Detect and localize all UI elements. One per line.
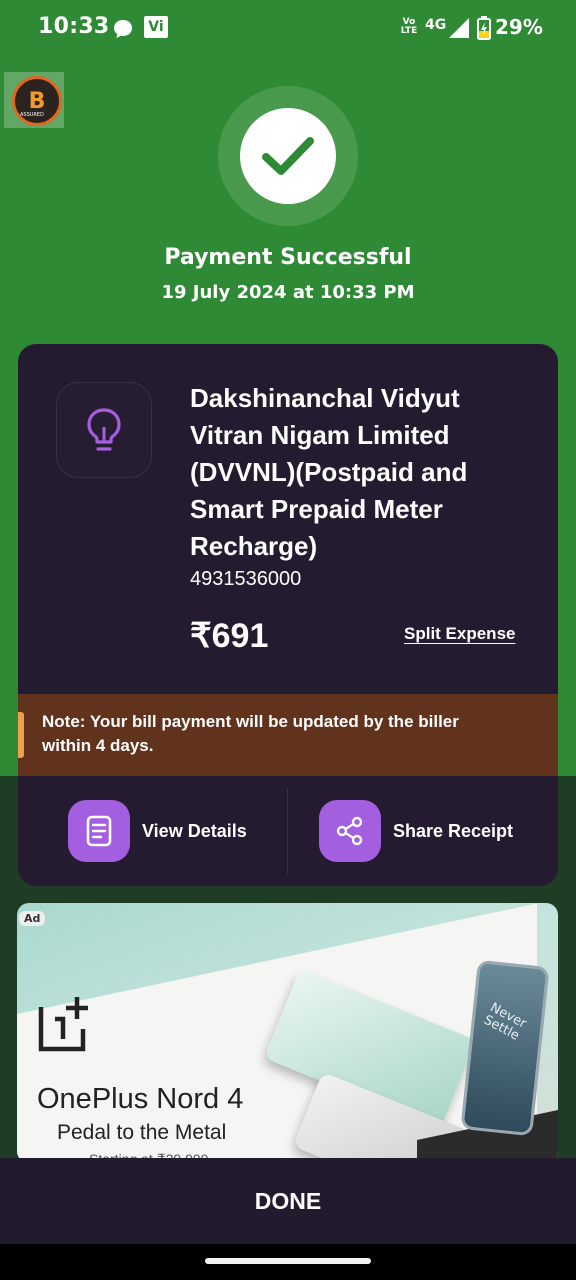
brand-logo-icon: B [12,76,62,126]
status-time: 10:33 [38,14,110,39]
carrier-label: Vi [148,19,164,35]
done-label[interactable]: DONE [255,1188,321,1215]
action-divider [287,788,288,874]
document-icon[interactable] [68,800,130,862]
payment-status: Payment Successful [164,245,412,270]
consumer-id: 4931536000 [190,568,302,590]
status-bar: 10:33 Vi Vo LTE 4G 29% [0,0,576,58]
ad-banner[interactable]: Never Settle Ad OnePlus Nord 4 Pedal to … [17,903,558,1163]
split-expense-link[interactable]: Split Expense [404,624,515,644]
navigation-bar [0,1244,576,1280]
battery-percent: 29% [495,15,543,39]
view-details-label[interactable]: View Details [142,821,247,842]
done-button[interactable]: DONE [0,1158,576,1244]
brand-caption: ASSURED [20,112,44,118]
ad-title: OnePlus Nord 4 [37,1083,244,1115]
vi-icon: Vi [144,16,168,38]
note-banner: Note: Your bill payment will be updated … [18,694,558,776]
note-accent [18,712,24,758]
lightbulb-icon [87,408,121,451]
biller-name: Dakshinanchal Vidyut Vitran Nigam Limite… [190,383,468,561]
payment-card: Dakshinanchal Vidyut Vitran Nigam Limite… [18,344,558,886]
biller-icon-box [56,382,152,478]
network-type: 4G [425,17,447,33]
share-receipt-action[interactable]: Share Receipt [319,800,513,862]
view-details-action[interactable]: View Details [68,800,247,862]
brand-badge[interactable]: B ASSURED [4,72,64,128]
brand-letter: B [28,88,46,114]
volte-indicator: Vo LTE [400,17,418,36]
ad-tag: Ad [19,911,46,926]
share-icon[interactable] [319,800,381,862]
battery-charging-icon [477,16,491,40]
payment-datetime: 19 July 2024 at 10:33 PM [161,282,415,303]
oneplus-logo-icon [38,997,88,1052]
share-receipt-label[interactable]: Share Receipt [393,821,513,842]
note-text: Note: Your bill payment will be updated … [42,712,459,755]
phone-screen-text: Never Settle [480,1000,529,1044]
payment-success-screen: 10:33 Vi Vo LTE 4G 29% B ASSURED Payment… [0,0,576,1280]
ad-subtitle: Pedal to the Metal [57,1121,227,1144]
checkmark-icon [240,108,336,204]
home-indicator[interactable] [205,1258,371,1264]
signal-icon [449,18,469,38]
chat-bubble-icon [114,20,132,38]
payment-amount: ₹691 [190,617,269,655]
